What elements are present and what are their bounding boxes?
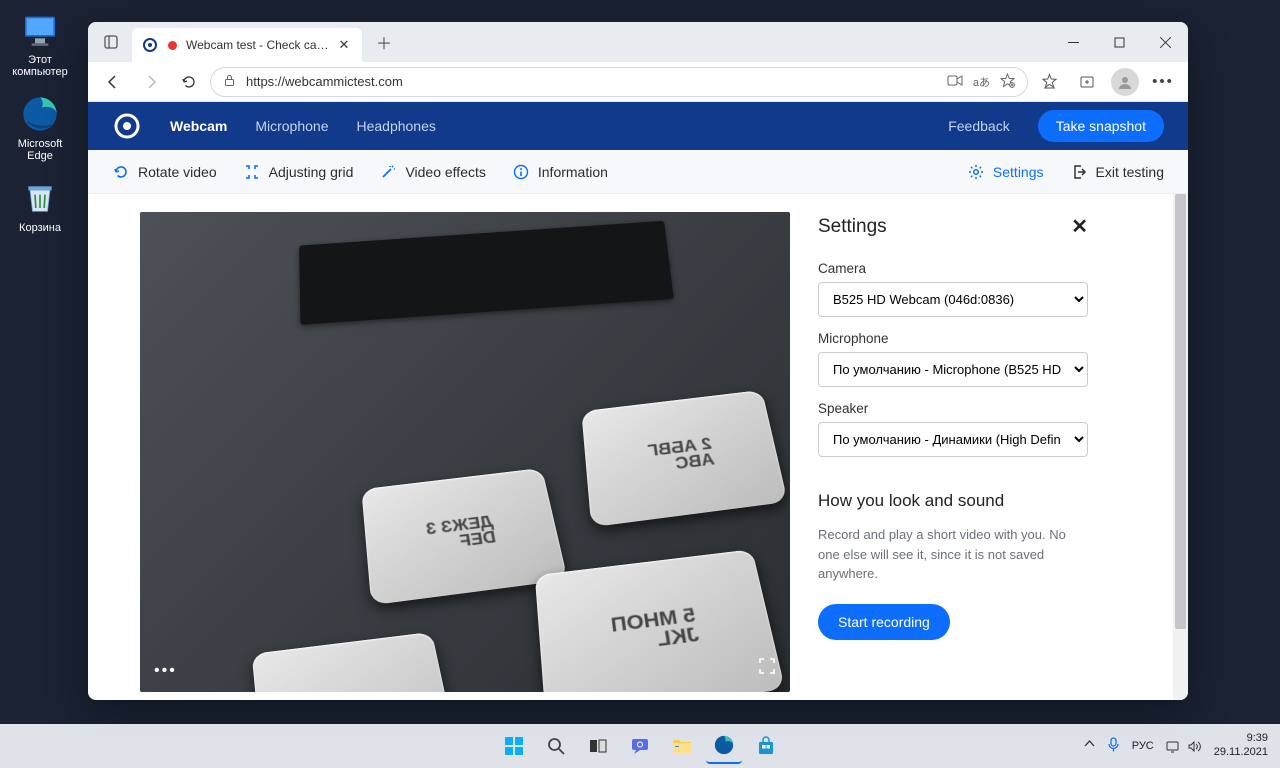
take-snapshot-button[interactable]: Take snapshot <box>1038 110 1164 142</box>
grid-icon <box>243 163 261 181</box>
profile-button[interactable] <box>1108 65 1142 99</box>
new-tab-button[interactable]: ＋ <box>370 28 398 56</box>
window-maximize-button[interactable] <box>1096 22 1142 62</box>
nav-microphone[interactable]: Microphone <box>255 118 328 134</box>
preview-fullscreen-button[interactable] <box>758 657 776 680</box>
tab-actions-icon[interactable] <box>94 25 128 59</box>
tray-language[interactable]: РУС <box>1132 740 1154 752</box>
webcam-preview: 2 АБВГ ABC ДЕЖЗ 3 DEF 5 МНОП JKL 6 РСТУ … <box>140 212 790 692</box>
desktop-icon-label: Этот компьютер <box>12 54 67 78</box>
nav-forward-button <box>134 65 168 99</box>
search-button[interactable] <box>538 728 574 764</box>
tool-rotate[interactable]: Rotate video <box>112 163 217 181</box>
info-icon <box>512 163 530 181</box>
microphone-select[interactable]: По умолчанию - Microphone (B525 HD Webca… <box>818 352 1088 387</box>
edge-taskbar-button[interactable] <box>706 728 742 764</box>
profile-avatar-icon <box>1111 68 1139 96</box>
desktop-background: Этот компьютер Microsoft Edge Корзина We… <box>0 0 1280 768</box>
store-button[interactable] <box>748 728 784 764</box>
favorites-button[interactable] <box>1032 65 1066 99</box>
taskbar-tray: РУС 9:39 29.11.2021 <box>1084 732 1268 760</box>
rotate-icon <box>112 163 130 181</box>
speaker-select[interactable]: По умолчанию - Динамики (High Definition… <box>818 422 1088 457</box>
window-minimize-button[interactable] <box>1050 22 1096 62</box>
tray-clock[interactable]: 9:39 29.11.2021 <box>1214 732 1268 760</box>
record-icon <box>164 37 180 53</box>
tool-effects[interactable]: Video effects <box>379 163 485 181</box>
translate-icon[interactable]: aあ <box>973 74 990 90</box>
page-scrollbar[interactable] <box>1173 194 1188 700</box>
panel-close-button[interactable]: ✕ <box>1071 214 1088 239</box>
taskbar-pinned <box>496 728 784 764</box>
speaker-label: Speaker <box>818 401 1088 416</box>
browser-tab[interactable]: Webcam test - Check camer ✕ <box>132 28 362 62</box>
tray-network-sound[interactable] <box>1166 740 1202 753</box>
desktop-icon-label: Microsoft Edge <box>18 138 63 162</box>
settings-panel: Settings ✕ Camera B525 HD Webcam (046d:0… <box>818 212 1088 700</box>
taskview-button[interactable] <box>580 728 616 764</box>
tab-title: Webcam test - Check camer <box>186 38 330 52</box>
trash-icon <box>20 178 60 218</box>
collections-button[interactable] <box>1070 65 1104 99</box>
camera-select[interactable]: B525 HD Webcam (046d:0836) <box>818 282 1088 317</box>
keypad-key: 5 МНОП JKL <box>535 549 785 692</box>
nav-feedback[interactable]: Feedback <box>948 118 1009 134</box>
more-button[interactable]: ••• <box>1146 65 1180 99</box>
computer-icon <box>20 10 60 50</box>
edge-icon <box>20 94 60 134</box>
browser-titlebar: Webcam test - Check camer ✕ ＋ <box>88 22 1188 62</box>
tool-exit[interactable]: Exit testing <box>1070 163 1164 181</box>
preview-more-button[interactable]: ••• <box>154 662 177 680</box>
favorite-icon[interactable] <box>1000 73 1015 91</box>
video-permission-icon[interactable] <box>947 74 963 90</box>
nav-headphones[interactable]: Headphones <box>356 118 435 134</box>
browser-window: Webcam test - Check camer ✕ ＋ https://we… <box>88 22 1188 700</box>
site-logo-icon[interactable] <box>112 111 142 141</box>
nav-refresh-button[interactable] <box>172 65 206 99</box>
desktop-icon-trash[interactable]: Корзина <box>5 178 75 234</box>
desktop-icons: Этот компьютер Microsoft Edge Корзина <box>0 10 80 234</box>
window-close-button[interactable] <box>1142 22 1188 62</box>
explorer-button[interactable] <box>664 728 700 764</box>
desktop-icon-edge[interactable]: Microsoft Edge <box>5 94 75 162</box>
content-area: 2 АБВГ ABC ДЕЖЗ 3 DEF 5 МНОП JKL 6 РСТУ … <box>88 194 1188 700</box>
toolbar: Rotate video Adjusting grid Video effect… <box>88 150 1188 194</box>
address-bar[interactable]: https://webcammictest.com aあ <box>210 67 1028 97</box>
exit-icon <box>1070 163 1088 181</box>
page: Webcam Microphone Headphones Feedback Ta… <box>88 102 1188 700</box>
tool-settings[interactable]: Settings <box>967 163 1044 181</box>
chat-button[interactable] <box>622 728 658 764</box>
panel-title: Settings <box>818 216 887 238</box>
tab-close-button[interactable]: ✕ <box>336 37 352 53</box>
desktop-icon-label: Корзина <box>19 222 61 234</box>
tool-grid[interactable]: Adjusting grid <box>243 163 354 181</box>
favicon-icon <box>142 37 158 53</box>
tray-expand-icon[interactable] <box>1084 739 1095 753</box>
url-text: https://webcammictest.com <box>246 74 937 89</box>
camera-label: Camera <box>818 261 1088 276</box>
browser-toolbar: https://webcammictest.com aあ ••• <box>88 62 1188 102</box>
how-heading: How you look and sound <box>818 491 1088 511</box>
start-button[interactable] <box>496 728 532 764</box>
tray-mic-icon[interactable] <box>1107 737 1120 755</box>
nav-webcam[interactable]: Webcam <box>170 118 227 134</box>
start-recording-button[interactable]: Start recording <box>818 604 950 640</box>
how-description: Record and play a short video with you. … <box>818 525 1088 584</box>
microphone-label: Microphone <box>818 331 1088 346</box>
taskbar: РУС 9:39 29.11.2021 <box>0 724 1280 768</box>
nav-back-button[interactable] <box>96 65 130 99</box>
desktop-icon-computer[interactable]: Этот компьютер <box>5 10 75 78</box>
scrollbar-thumb[interactable] <box>1175 194 1186 629</box>
site-nav: Webcam Microphone Headphones Feedback Ta… <box>88 102 1188 150</box>
tool-info[interactable]: Information <box>512 163 608 181</box>
wand-icon <box>379 163 397 181</box>
lock-icon <box>223 74 236 90</box>
gear-icon <box>967 163 985 181</box>
